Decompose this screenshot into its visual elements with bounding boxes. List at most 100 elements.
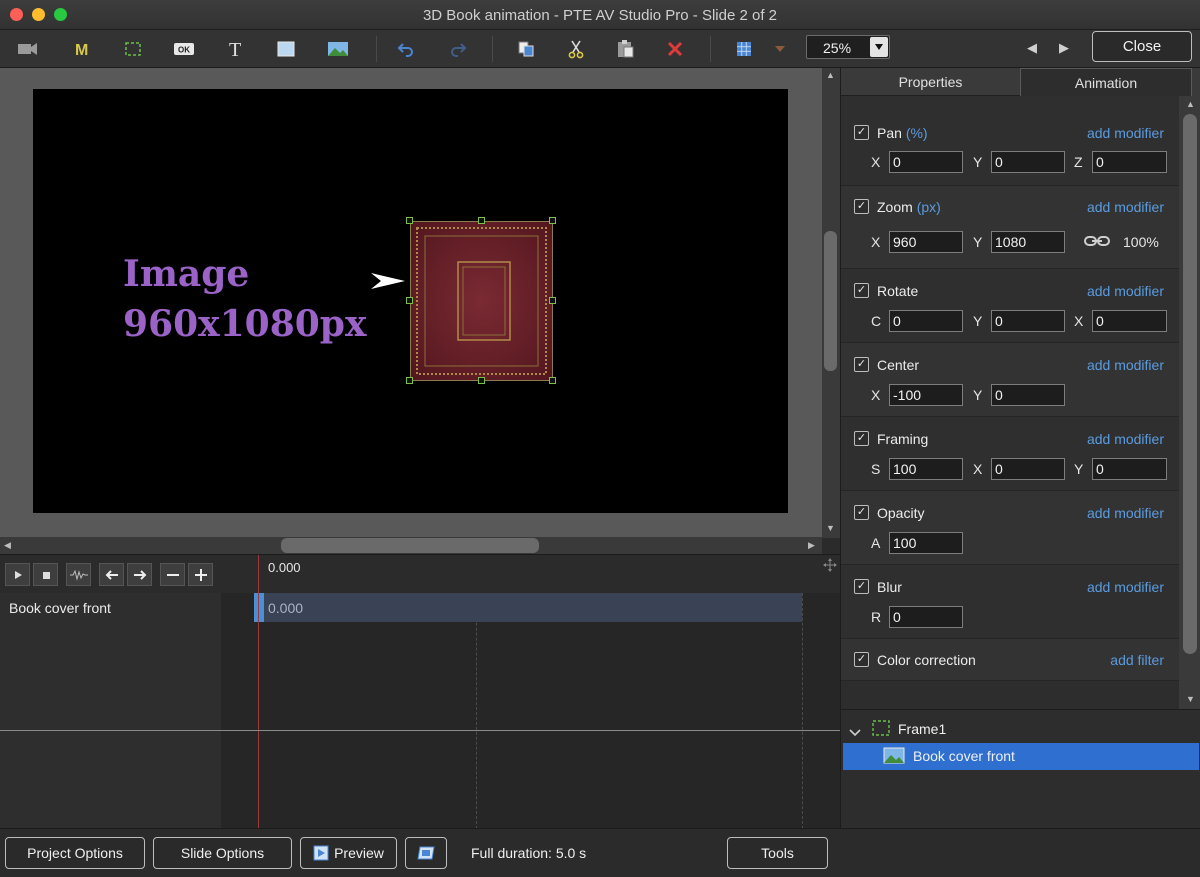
- rotate-add-modifier-link[interactable]: add modifier: [1087, 283, 1164, 299]
- color-correction-add-filter-link[interactable]: add filter: [1110, 652, 1164, 668]
- keyframe-marker[interactable]: [254, 593, 264, 622]
- resize-handle[interactable]: [549, 377, 556, 384]
- canvas-vertical-scrollbar[interactable]: ▲ ▼: [822, 68, 840, 538]
- tab-properties[interactable]: Properties: [841, 68, 1020, 96]
- blur-add-modifier-link[interactable]: add modifier: [1087, 579, 1164, 595]
- tab-animation[interactable]: Animation: [1020, 68, 1192, 96]
- pan-z-field[interactable]: 0: [1092, 151, 1167, 173]
- zoom-select[interactable]: 25%: [806, 35, 890, 59]
- center-add-modifier-link[interactable]: add modifier: [1087, 357, 1164, 373]
- chevron-down-icon[interactable]: [849, 724, 861, 740]
- grid-menu-icon[interactable]: [766, 36, 794, 62]
- scroll-down-icon[interactable]: ▼: [826, 523, 835, 533]
- zoom-y-field[interactable]: 1080: [991, 231, 1065, 253]
- blur-r-field[interactable]: 0: [889, 606, 963, 628]
- track-area[interactable]: [221, 593, 840, 829]
- resize-handle[interactable]: [406, 217, 413, 224]
- text-icon[interactable]: T: [222, 36, 250, 62]
- tree-item-book-cover-front[interactable]: Book cover front: [843, 743, 1199, 770]
- scroll-up-icon[interactable]: ▲: [1186, 99, 1195, 109]
- pan-y-field[interactable]: 0: [991, 151, 1065, 173]
- minus-icon[interactable]: [160, 563, 185, 586]
- scroll-down-icon[interactable]: ▼: [1186, 694, 1195, 704]
- framing-s-field[interactable]: 100: [889, 458, 963, 480]
- color-correction-checkbox[interactable]: ✓: [854, 652, 869, 667]
- framing-checkbox[interactable]: ✓: [854, 431, 869, 446]
- center-y-field[interactable]: 0: [991, 384, 1065, 406]
- resize-handle[interactable]: [406, 377, 413, 384]
- undo-icon[interactable]: [392, 36, 420, 62]
- scroll-thumb[interactable]: [1183, 114, 1197, 654]
- image-icon[interactable]: [324, 36, 352, 62]
- close-button[interactable]: Close: [1092, 31, 1192, 62]
- redo-icon[interactable]: [444, 36, 472, 62]
- next-slide-icon[interactable]: ▶: [1059, 40, 1069, 56]
- rectangle-icon[interactable]: [272, 36, 300, 62]
- delete-icon[interactable]: [661, 36, 689, 62]
- mask-icon[interactable]: M: [68, 36, 96, 62]
- arrow-right-icon[interactable]: [127, 563, 152, 586]
- scroll-right-icon[interactable]: ▶: [808, 540, 815, 551]
- rotate-y-field[interactable]: 0: [991, 310, 1065, 332]
- paste-icon[interactable]: [611, 36, 639, 62]
- window-title: 3D Book animation - PTE AV Studio Pro - …: [422, 7, 778, 24]
- zoom-checkbox[interactable]: ✓: [854, 199, 869, 214]
- book-cover-object[interactable]: [406, 217, 556, 384]
- properties-scrollbar[interactable]: ▲ ▼: [1179, 96, 1200, 709]
- tools-button[interactable]: Tools: [727, 837, 828, 869]
- project-options-button[interactable]: Project Options: [5, 837, 145, 869]
- rotate-x-field[interactable]: 0: [1092, 310, 1167, 332]
- canvas-horizontal-scrollbar[interactable]: ◀ ▶: [0, 537, 822, 554]
- scroll-left-icon[interactable]: ◀: [4, 540, 11, 551]
- zoom-add-modifier-link[interactable]: add modifier: [1087, 199, 1164, 215]
- camera-icon[interactable]: [14, 36, 42, 62]
- waveform-icon[interactable]: [66, 563, 91, 586]
- svg-text:M: M: [75, 42, 88, 57]
- slide-canvas[interactable]: Image 960x1080px: [33, 89, 788, 513]
- pan-add-modifier-link[interactable]: add modifier: [1087, 125, 1164, 141]
- publish-button[interactable]: [405, 837, 447, 869]
- chain-link-icon[interactable]: [1084, 234, 1110, 248]
- center-x-field[interactable]: -100: [889, 384, 963, 406]
- rotate-checkbox[interactable]: ✓: [854, 283, 869, 298]
- plus-icon[interactable]: [188, 563, 213, 586]
- scroll-up-icon[interactable]: ▲: [826, 70, 835, 80]
- resize-handle[interactable]: [549, 217, 556, 224]
- scroll-thumb[interactable]: [281, 538, 539, 553]
- blur-checkbox[interactable]: ✓: [854, 579, 869, 594]
- timeline-track[interactable]: Book cover front 0.000: [0, 593, 840, 623]
- opacity-checkbox[interactable]: ✓: [854, 505, 869, 520]
- opacity-a-field[interactable]: 100: [889, 532, 963, 554]
- preview-button[interactable]: Preview: [300, 837, 397, 869]
- track-keyframe-bar[interactable]: [254, 593, 802, 622]
- center-checkbox[interactable]: ✓: [854, 357, 869, 372]
- playhead[interactable]: [258, 555, 259, 829]
- button-icon[interactable]: OK: [170, 36, 198, 62]
- zoom-x-field[interactable]: 960: [889, 231, 963, 253]
- resize-handle[interactable]: [549, 297, 556, 304]
- stop-icon[interactable]: [33, 563, 58, 586]
- arrow-left-icon[interactable]: [99, 563, 124, 586]
- move-icon[interactable]: [822, 557, 838, 573]
- framing-x-field[interactable]: 0: [991, 458, 1065, 480]
- framing-y-field[interactable]: 0: [1092, 458, 1167, 480]
- zoom-value: 25%: [823, 40, 852, 56]
- cut-icon[interactable]: [562, 36, 590, 62]
- framing-add-modifier-link[interactable]: add modifier: [1087, 431, 1164, 447]
- grid-icon[interactable]: [730, 36, 758, 62]
- resize-handle[interactable]: [478, 217, 485, 224]
- previous-slide-icon[interactable]: ◀: [1027, 40, 1037, 56]
- chevron-down-icon[interactable]: [870, 37, 888, 57]
- rotate-c-field[interactable]: 0: [889, 310, 963, 332]
- play-icon[interactable]: [5, 563, 30, 586]
- resize-handle[interactable]: [478, 377, 485, 384]
- pan-x-field[interactable]: 0: [889, 151, 963, 173]
- resize-handle[interactable]: [406, 297, 413, 304]
- copy-icon[interactable]: [512, 36, 540, 62]
- tree-item-frame1[interactable]: Frame1: [841, 718, 1200, 740]
- slide-options-button[interactable]: Slide Options: [153, 837, 292, 869]
- opacity-add-modifier-link[interactable]: add modifier: [1087, 505, 1164, 521]
- scroll-thumb[interactable]: [824, 231, 837, 371]
- pan-checkbox[interactable]: ✓: [854, 125, 869, 140]
- frame-icon[interactable]: [119, 36, 147, 62]
